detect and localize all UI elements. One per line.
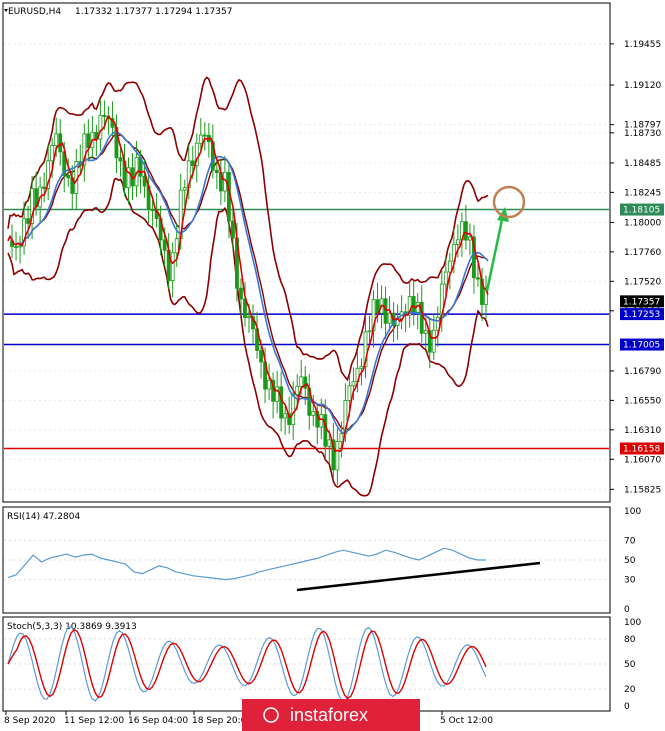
candle-body bbox=[182, 187, 187, 191]
candle-body bbox=[319, 414, 324, 428]
price-badge-label: 1.18105 bbox=[623, 206, 660, 216]
rsi-tick-label: 50 bbox=[624, 556, 636, 566]
candle-body bbox=[275, 386, 280, 402]
time-tick-label: 16 Sep 04:00 bbox=[128, 716, 188, 726]
candle-body bbox=[247, 316, 251, 319]
candle-body bbox=[231, 220, 235, 239]
rsi-title: RSI(14) 47.2804 bbox=[7, 512, 80, 522]
candle-body bbox=[335, 441, 340, 471]
candle-body bbox=[66, 175, 71, 179]
candle-body bbox=[18, 245, 22, 248]
trading-chart-window: EURUSD,H4 1.17332 1.17377 1.17294 1.1735… bbox=[0, 0, 665, 731]
price-tick-label: 1.19455 bbox=[624, 40, 661, 50]
price-tick-label: 1.16310 bbox=[624, 426, 661, 436]
candle-body bbox=[267, 379, 271, 390]
price-tick-label: 1.16550 bbox=[624, 396, 661, 406]
time-tick-label: 5 Oct 12:00 bbox=[440, 716, 493, 726]
price-badge-label: 1.17005 bbox=[623, 341, 660, 351]
chart-ohlc: 1.17332 1.17377 1.17294 1.17357 bbox=[75, 7, 232, 17]
candle-body bbox=[118, 157, 123, 162]
price-badge-label: 1.16158 bbox=[623, 444, 660, 454]
candle-body bbox=[367, 330, 372, 333]
price-labels: 1.18105 1.17357 1.17253 1.17005 1.16158 bbox=[620, 203, 664, 455]
candle-body bbox=[214, 169, 219, 174]
stoch-tick-label: 50 bbox=[624, 660, 636, 670]
candle-body bbox=[239, 287, 243, 300]
candle-body bbox=[327, 439, 332, 447]
price-tick-label: 1.16070 bbox=[624, 455, 661, 465]
candle-body bbox=[383, 298, 388, 324]
rsi-tick-label: 30 bbox=[624, 576, 636, 586]
candle-body bbox=[283, 413, 288, 419]
price-badge-label: 1.17253 bbox=[623, 310, 660, 320]
candle-body bbox=[299, 376, 304, 387]
candle-body bbox=[443, 271, 448, 285]
rsi-tick-label: 0 bbox=[624, 605, 630, 615]
time-tick-label: 8 Sep 2020 bbox=[4, 716, 56, 726]
candle-body bbox=[170, 252, 175, 281]
price-tick-label: 1.17760 bbox=[624, 248, 661, 258]
stoch-tick-label: 80 bbox=[624, 635, 636, 645]
price-badge-label: 1.17357 bbox=[623, 297, 660, 307]
candle-body bbox=[431, 329, 436, 353]
stoch-tick-label: 100 bbox=[624, 618, 641, 628]
candle-body bbox=[476, 277, 480, 280]
candle-body bbox=[50, 145, 55, 162]
candle-body bbox=[58, 133, 63, 153]
candle-body bbox=[295, 385, 300, 395]
price-tick-label: 1.16790 bbox=[624, 367, 661, 377]
candle-body bbox=[150, 209, 155, 211]
price-tick-label: 1.18485 bbox=[624, 159, 661, 169]
candle-body bbox=[411, 296, 416, 313]
price-axis: 1.194551.191201.187971.187301.184851.182… bbox=[610, 40, 661, 495]
stoch-tick-label: 0 bbox=[624, 702, 630, 712]
candle-body bbox=[190, 160, 195, 167]
candle-body bbox=[259, 350, 263, 363]
price-tick-label: 1.18000 bbox=[624, 218, 661, 228]
rsi-axis: 100 70 50 30 0 bbox=[624, 507, 641, 615]
candle-body bbox=[311, 411, 316, 416]
candle-body bbox=[455, 239, 460, 245]
candle-body bbox=[26, 218, 30, 224]
rsi-tick-label: 100 bbox=[624, 507, 641, 517]
price-panel[interactable] bbox=[2, 2, 611, 503]
candle-body bbox=[464, 221, 468, 241]
candle-body bbox=[468, 236, 472, 241]
candle-body bbox=[447, 260, 452, 273]
price-tick-label: 1.15825 bbox=[624, 485, 661, 495]
chart-symbol: EURUSD,H4 bbox=[8, 7, 61, 17]
candle-body bbox=[174, 238, 179, 254]
candle-body bbox=[14, 246, 18, 248]
time-tick-label: 11 Sep 12:00 bbox=[64, 716, 124, 726]
chart-canvas[interactable]: EURUSD,H4 1.17332 1.17377 1.17294 1.1735… bbox=[0, 0, 665, 731]
candle-body bbox=[359, 365, 364, 369]
price-tick-label: 1.17520 bbox=[624, 277, 661, 287]
price-tick-label: 1.19120 bbox=[624, 81, 661, 91]
candle-body bbox=[54, 133, 59, 146]
candle-body bbox=[291, 394, 296, 426]
candle-body bbox=[347, 385, 352, 401]
price-tick-label: 1.18245 bbox=[624, 188, 661, 198]
candle-body bbox=[42, 186, 47, 189]
stoch-axis: 100 80 50 20 0 bbox=[624, 618, 641, 712]
candle-body bbox=[198, 134, 203, 144]
candle-body bbox=[102, 114, 107, 117]
stoch-tick-label: 20 bbox=[624, 685, 636, 695]
watermark-text: instaforex bbox=[290, 705, 368, 725]
candle-body bbox=[339, 433, 344, 442]
candle-body bbox=[323, 414, 328, 447]
candle-body bbox=[162, 239, 167, 251]
candle-body bbox=[202, 134, 207, 137]
price-tick-label: 1.18730 bbox=[624, 129, 661, 139]
rsi-tick-label: 70 bbox=[624, 536, 636, 546]
candle-body bbox=[423, 330, 428, 334]
candle-body bbox=[351, 381, 356, 387]
